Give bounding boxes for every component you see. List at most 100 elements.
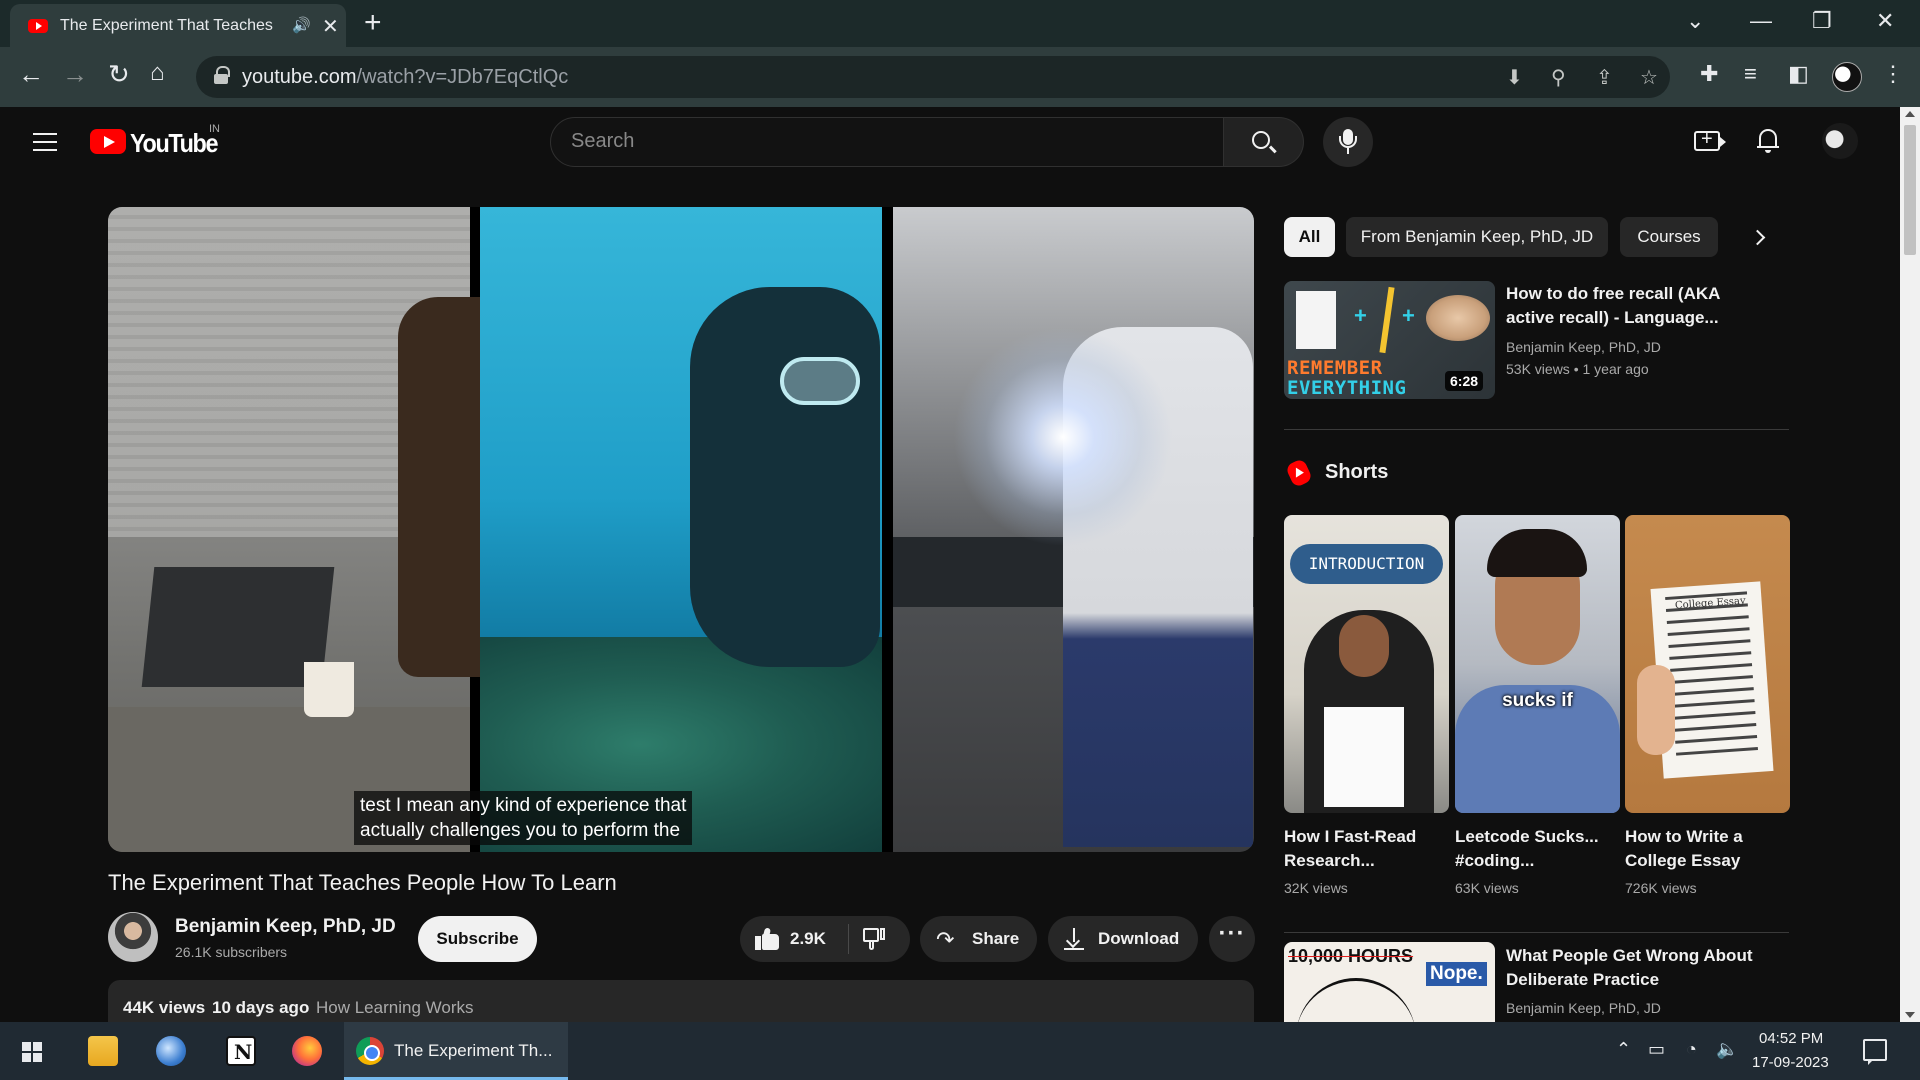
recommendation-channel[interactable]: Benjamin Keep, PhD, JD (1506, 339, 1661, 355)
divider (1284, 932, 1789, 933)
video-title: The Experiment That Teaches People How T… (108, 870, 617, 895)
dislike-button[interactable] (849, 916, 910, 962)
short-title[interactable]: Leetcode Sucks... #coding... (1455, 825, 1615, 873)
close-tab-icon[interactable]: ✕ (322, 14, 339, 39)
short-title[interactable]: How to Write a College Essay (1625, 825, 1785, 873)
back-arrow-icon[interactable]: ← (18, 59, 44, 90)
close-window-button[interactable]: ✕ (1876, 8, 1894, 34)
side-panel-icon[interactable]: ◧ (1788, 61, 1809, 87)
video-frame-diver (480, 207, 882, 852)
recommendation-channel[interactable]: Benjamin Keep, PhD, JD (1506, 1000, 1661, 1016)
search-input[interactable] (571, 130, 1201, 153)
channel-avatar[interactable] (108, 912, 158, 962)
short-views: 32K views (1284, 880, 1348, 896)
recommendation-title[interactable]: What People Get Wrong About Deliberate P… (1506, 944, 1766, 992)
tab-title: The Experiment That Teaches (60, 17, 273, 34)
youtube-masthead: YouTube IN (0, 107, 1900, 177)
thumbnail-text: 10,000 HOURS (1288, 946, 1414, 966)
share-arrow-icon: ↶ (936, 927, 955, 952)
download-button[interactable]: Download (1048, 916, 1198, 962)
youtube-wordmark[interactable]: YouTube (130, 128, 219, 159)
tray-chevron-up-icon[interactable]: ⌃ (1616, 1039, 1631, 1060)
media-controls-icon[interactable]: ≡ (1744, 61, 1757, 87)
new-tab-button[interactable]: + (364, 6, 382, 40)
country-code: IN (209, 123, 220, 135)
thumbnail-text: REMEMBER (1287, 357, 1383, 379)
minimize-button[interactable]: — (1750, 8, 1772, 34)
browser-profile-avatar[interactable] (1832, 62, 1862, 92)
search-box[interactable] (550, 117, 1224, 167)
recommendation-title[interactable]: How to do free recall (AKA active recall… (1506, 282, 1736, 330)
browser-tab-bar: The Experiment That Teaches 🔊 ✕ + ⌄ — ❐ … (0, 0, 1920, 47)
thumbnail-badge: Nope. (1426, 962, 1487, 986)
thumbs-down-icon (863, 928, 887, 950)
audio-playing-icon[interactable]: 🔊 (292, 16, 311, 34)
short-title[interactable]: How I Fast-Read Research... (1284, 825, 1444, 873)
share-page-icon[interactable]: ⇪ (1596, 65, 1613, 90)
video-frame-office (108, 207, 518, 852)
lock-icon (214, 66, 230, 84)
browser-tab[interactable]: The Experiment That Teaches 🔊 ✕ (10, 4, 346, 47)
share-label: Share (972, 929, 1020, 948)
account-avatar[interactable] (1822, 123, 1858, 159)
voice-search-button[interactable] (1323, 117, 1373, 167)
firefox-icon[interactable] (292, 1036, 322, 1066)
shorts-heading: Shorts (1325, 461, 1389, 483)
bookmark-star-icon[interactable]: ☆ (1640, 65, 1658, 90)
restore-button[interactable]: ❐ (1812, 8, 1832, 34)
home-icon[interactable]: ⌂ (150, 59, 165, 87)
notification-center-icon[interactable] (1863, 1039, 1887, 1065)
recommendation-meta: 53K views • 1 year ago (1506, 361, 1649, 377)
create-video-icon[interactable] (1694, 128, 1726, 151)
scroll-up-icon[interactable] (1905, 111, 1915, 117)
extensions-puzzle-icon[interactable]: ✚ (1700, 61, 1718, 87)
recommendation-thumbnail[interactable]: 10,000 HOURS Nope. (1284, 942, 1495, 1022)
clock-date[interactable]: 17-09-2023 (1752, 1054, 1829, 1071)
subscriber-count: 26.1K subscribers (175, 944, 288, 960)
video-frame-welder (893, 207, 1254, 852)
volume-icon[interactable]: 🔈 (1716, 1039, 1738, 1060)
notion-icon[interactable] (226, 1036, 256, 1066)
reload-icon[interactable]: ↻ (108, 59, 130, 90)
upload-date: 10 days ago (212, 998, 310, 1017)
short-views: 63K views (1455, 880, 1519, 896)
browser-menu-icon[interactable]: ⋮ (1882, 61, 1904, 87)
like-button[interactable]: 2.9K (740, 916, 848, 962)
short-thumbnail[interactable]: INTRODUCTION (1284, 515, 1449, 813)
short-thumbnail[interactable]: College Essay (1625, 515, 1790, 813)
taskbar-window-label: The Experiment Th... (394, 1041, 553, 1060)
scrollbar-thumb[interactable] (1904, 125, 1916, 255)
short-thumbnail[interactable]: sucks if (1455, 515, 1620, 813)
hamburger-menu-icon[interactable] (33, 133, 57, 151)
subscribe-button[interactable]: Subscribe (418, 916, 537, 962)
forward-arrow-icon[interactable]: → (62, 59, 88, 90)
chip-courses[interactable]: Courses (1620, 217, 1718, 257)
more-actions-button[interactable]: ··· (1209, 916, 1255, 962)
install-app-icon[interactable]: ⬇ (1506, 65, 1523, 90)
address-bar[interactable]: youtube.com/watch?v=JDb7EqCtlQc ⬇ ⚲ ⇪ ☆ (196, 56, 1670, 98)
thunderbird-icon[interactable] (156, 1036, 186, 1066)
windows-start-icon[interactable] (22, 1042, 42, 1062)
share-button[interactable]: ↶ Share (920, 916, 1037, 962)
search-button[interactable] (1224, 117, 1304, 167)
chevron-right-icon[interactable] (1747, 225, 1773, 251)
channel-name[interactable]: Benjamin Keep, PhD, JD (175, 916, 396, 938)
video-duration-badge: 6:28 (1445, 371, 1484, 391)
youtube-logo-icon[interactable] (90, 129, 126, 154)
description-hashtag[interactable]: How Learning Works (316, 998, 473, 1018)
video-player[interactable]: test I mean any kind of experience that … (108, 207, 1254, 852)
battery-icon[interactable]: ▭ (1648, 1039, 1665, 1060)
taskbar-chrome-window[interactable]: The Experiment Th... (344, 1022, 568, 1080)
zoom-icon[interactable]: ⚲ (1551, 65, 1566, 90)
browser-toolbar: ← → ↻ ⌂ youtube.com/watch?v=JDb7EqCtlQc … (0, 47, 1920, 107)
scroll-down-icon[interactable] (1905, 1012, 1915, 1018)
clock-time[interactable]: 04:52 PM (1759, 1030, 1823, 1047)
page-scrollbar[interactable] (1900, 107, 1920, 1022)
notifications-bell-icon[interactable] (1757, 127, 1779, 153)
thumbnail-text: EVERYTHING (1287, 377, 1407, 399)
chip-from-channel[interactable]: From Benjamin Keep, PhD, JD (1346, 217, 1608, 257)
file-explorer-icon[interactable] (88, 1036, 118, 1066)
chip-all[interactable]: All (1284, 217, 1335, 257)
wifi-icon[interactable]: ◔ (1686, 1039, 1697, 1060)
tab-search-chevron-icon[interactable]: ⌄ (1686, 8, 1704, 34)
